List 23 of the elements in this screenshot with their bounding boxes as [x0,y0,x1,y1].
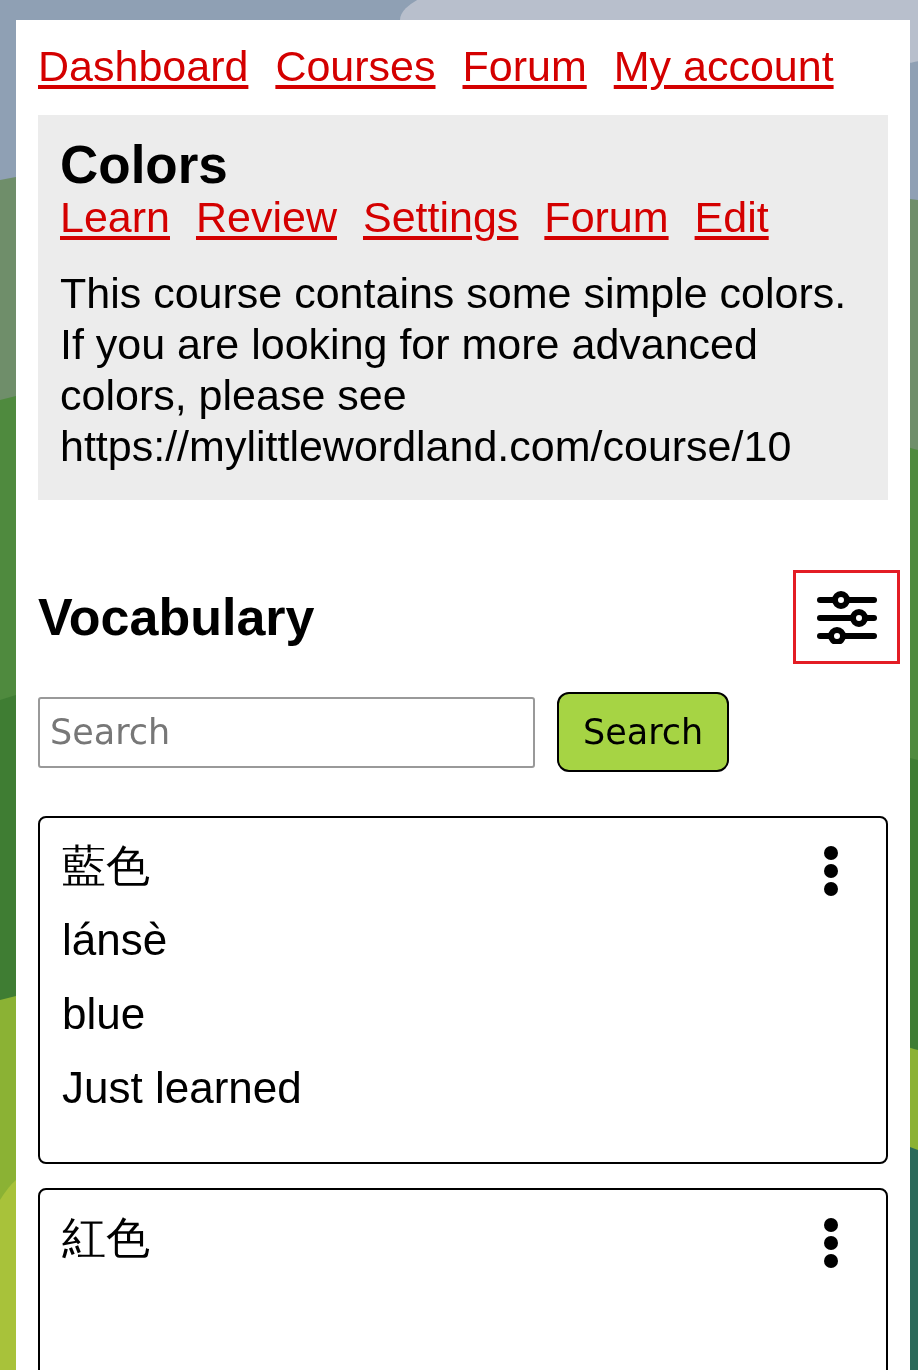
meaning-text: blue [62,990,146,1038]
status-text: Just learned [62,1064,302,1112]
more-icon[interactable] [824,846,838,896]
filter-button[interactable] [793,570,900,664]
nav-link[interactable]: Courses [275,42,436,91]
course-link[interactable]: Settings [363,193,519,242]
course-link[interactable]: Forum [544,193,669,242]
section-heading: Vocabulary [38,587,315,647]
course-description: This course contains some simple colors. If you are looking for more advanced colors, please see https://mylittlewordland.com/course/10 [60,268,848,472]
course-link[interactable]: Learn [60,193,170,242]
word-text: 藍色 [62,842,150,890]
pinyin-text: lánsè [62,916,168,964]
sliders-icon [816,590,877,644]
nav-link[interactable]: Forum [462,42,587,91]
nav-link[interactable]: My account [613,42,834,91]
word-text: 紅色 [62,1214,150,1262]
search-button[interactable]: Search [557,692,730,772]
nav-link[interactable]: Dashboard [38,42,249,91]
more-icon[interactable] [824,1218,838,1268]
course-link[interactable]: Review [196,193,337,242]
course-title: Colors [60,137,229,193]
course-link[interactable]: Edit [694,193,769,242]
search-field[interactable]: Search [38,696,535,768]
